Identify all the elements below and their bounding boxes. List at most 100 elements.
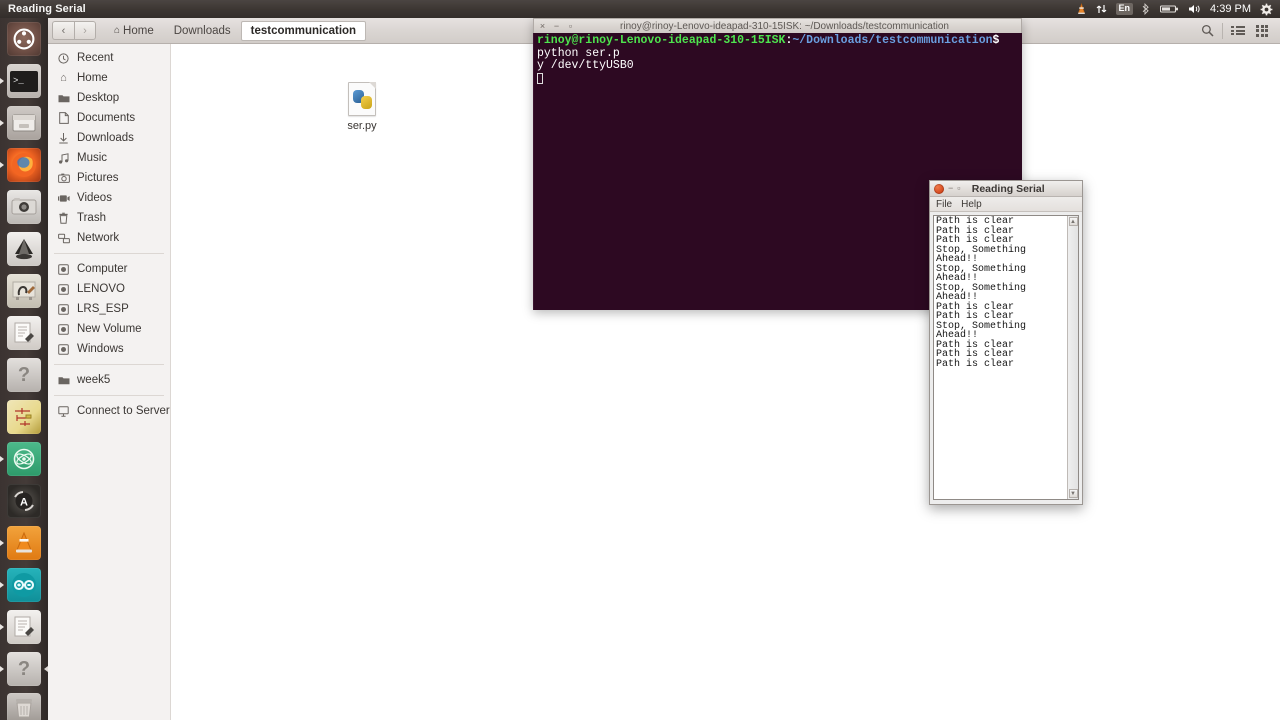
reading-serial-window[interactable]: − ▫ Reading Serial File Help Path is cle… — [929, 180, 1083, 505]
terminal-prompt-user: rinoy@rinoy-Lenovo-ideapad-310-15ISK — [537, 34, 786, 47]
trash-icon — [57, 212, 70, 225]
maximize-icon[interactable]: ▫ — [957, 184, 960, 193]
sidebar-item-new-volume[interactable]: New Volume — [48, 319, 170, 339]
breadcrumb-item-testcommunication[interactable]: testcommunication — [240, 20, 367, 41]
minimize-icon[interactable]: − — [948, 184, 953, 193]
panel-clock[interactable]: 4:39 PM — [1210, 3, 1251, 15]
breadcrumb-item-downloads[interactable]: Downloads — [164, 21, 241, 41]
sidebar-item-lrs-esp[interactable]: LRS_ESP — [48, 299, 170, 319]
launcher-item-writer-editor[interactable] — [0, 606, 48, 648]
launcher-item-firefox[interactable] — [0, 144, 48, 186]
text-editor-icon — [7, 610, 41, 644]
close-icon[interactable] — [934, 183, 944, 194]
launcher-item-ubuntu-dash[interactable] — [0, 18, 48, 60]
panel-window-title: Reading Serial — [8, 3, 86, 15]
sidebar-item-network[interactable]: Network — [48, 228, 170, 248]
sidebar-label: Home — [77, 72, 108, 84]
file-item-ser-py[interactable]: ser.py — [323, 78, 401, 132]
launcher-item-schematic-editor[interactable] — [0, 396, 48, 438]
sidebar-item-music[interactable]: Music — [48, 148, 170, 168]
home-icon: ⌂ — [60, 72, 67, 84]
launcher-item-trash[interactable] — [0, 690, 48, 720]
sidebar-item-desktop[interactable]: Desktop — [48, 88, 170, 108]
launcher-item-help-secondary[interactable]: ? — [0, 648, 48, 690]
server-icon — [57, 405, 70, 418]
sidebar-item-computer[interactable]: Computer — [48, 259, 170, 279]
launcher-item-gimp[interactable] — [0, 270, 48, 312]
launcher-item-help[interactable]: ? — [0, 354, 48, 396]
grid-view-icon[interactable] — [1250, 21, 1274, 41]
sidebar-item-videos[interactable]: Videos — [48, 188, 170, 208]
arduino-infinity-icon — [7, 568, 41, 602]
desktop-screen: Reading Serial En 4:39 PM >_ ? A ? ‹ › ⌂… — [0, 0, 1280, 720]
sidebar-label: LRS_ESP — [77, 303, 129, 315]
terminal-icon: >_ — [7, 64, 41, 98]
launcher-item-proteus-atom[interactable] — [0, 438, 48, 480]
sidebar-item-week5[interactable]: week5 — [48, 370, 170, 390]
bluetooth-icon[interactable] — [1142, 0, 1151, 18]
toolbar-separator — [1222, 22, 1223, 39]
battery-icon[interactable] — [1160, 0, 1179, 18]
forward-button[interactable]: › — [74, 21, 96, 40]
scroll-down-arrow-icon[interactable]: ▼ — [1068, 489, 1078, 498]
drive-icon — [57, 303, 70, 316]
sidebar-item-pictures[interactable]: Pictures — [48, 168, 170, 188]
sidebar-item-documents[interactable]: Documents — [48, 108, 170, 128]
firefox-icon — [7, 148, 41, 182]
top-panel: Reading Serial En 4:39 PM — [0, 0, 1280, 18]
serial-scrollbar[interactable]: ▲ ▼ — [1067, 216, 1078, 499]
sidebar-item-lenovo[interactable]: LENOVO — [48, 279, 170, 299]
launcher-item-inkscape[interactable] — [0, 228, 48, 270]
running-indicator — [0, 78, 4, 84]
running-indicator — [0, 582, 4, 588]
trash-icon — [7, 693, 41, 720]
terminal-command-continuation: y /dev/ttyUSB0 — [537, 59, 634, 73]
launcher-item-terminal[interactable]: >_ — [0, 60, 48, 102]
file-manager-sidebar: Recent ⌂ Home Desktop Documents Download… — [48, 44, 171, 720]
launcher-item-autodesk-app[interactable]: A — [0, 480, 48, 522]
sidebar-divider — [54, 395, 164, 396]
serial-titlebar[interactable]: − ▫ Reading Serial — [930, 181, 1082, 197]
launcher-item-vlc[interactable] — [0, 522, 48, 564]
sidebar-label: Connect to Server — [77, 405, 170, 417]
scroll-up-arrow-icon[interactable]: ▲ — [1068, 217, 1078, 226]
sidebar-label: Pictures — [77, 172, 119, 184]
network-icon[interactable] — [1096, 0, 1107, 18]
menu-item-file[interactable]: File — [936, 199, 952, 210]
sidebar-item-trash[interactable]: Trash — [48, 208, 170, 228]
menu-item-help[interactable]: Help — [961, 199, 982, 210]
running-indicator — [0, 162, 4, 168]
keyboard-layout-indicator[interactable]: En — [1115, 3, 1134, 15]
vlc-tray-icon[interactable] — [1076, 0, 1087, 18]
terminal-prompt-dollar: $ — [992, 34, 1000, 47]
volume-icon[interactable] — [1188, 0, 1201, 18]
gear-icon[interactable] — [1260, 0, 1273, 18]
breadcrumb-item-home[interactable]: ⌂ Home — [104, 21, 164, 41]
serial-output-text[interactable]: Path is clear Path is clear Path is clea… — [934, 216, 1067, 499]
sidebar-label: Trash — [77, 212, 106, 224]
back-button[interactable]: ‹ — [52, 21, 74, 40]
sidebar-item-connect-to-server[interactable]: Connect to Server — [48, 401, 170, 421]
sidebar-label: New Volume — [77, 323, 142, 335]
breadcrumb: ⌂ Home Downloads testcommunication — [104, 20, 367, 41]
list-view-icon[interactable] — [1226, 21, 1250, 41]
close-icon[interactable]: × — [538, 21, 547, 31]
sidebar-label: Music — [77, 152, 108, 164]
svg-text:A: A — [20, 497, 28, 509]
camera-icon — [57, 172, 70, 185]
search-icon[interactable] — [1195, 21, 1219, 41]
sidebar-item-downloads[interactable]: Downloads — [48, 128, 170, 148]
camera-icon — [7, 190, 41, 224]
launcher-item-arduino-ide[interactable] — [0, 564, 48, 606]
drive-icon — [57, 283, 70, 296]
home-icon: ⌂ — [114, 25, 121, 36]
sidebar-item-home[interactable]: ⌂ Home — [48, 68, 170, 88]
launcher-item-files[interactable] — [0, 102, 48, 144]
sidebar-item-recent[interactable]: Recent — [48, 48, 170, 68]
launcher-item-cheese-camera[interactable] — [0, 186, 48, 228]
maximize-icon[interactable]: ▫ — [566, 21, 575, 31]
sidebar-item-windows[interactable]: Windows — [48, 339, 170, 359]
launcher-item-text-editor[interactable] — [0, 312, 48, 354]
minimize-icon[interactable]: − — [552, 21, 561, 31]
terminal-titlebar[interactable]: × − ▫ rinoy@rinoy-Lenovo-ideapad-310-15I… — [533, 18, 1022, 33]
